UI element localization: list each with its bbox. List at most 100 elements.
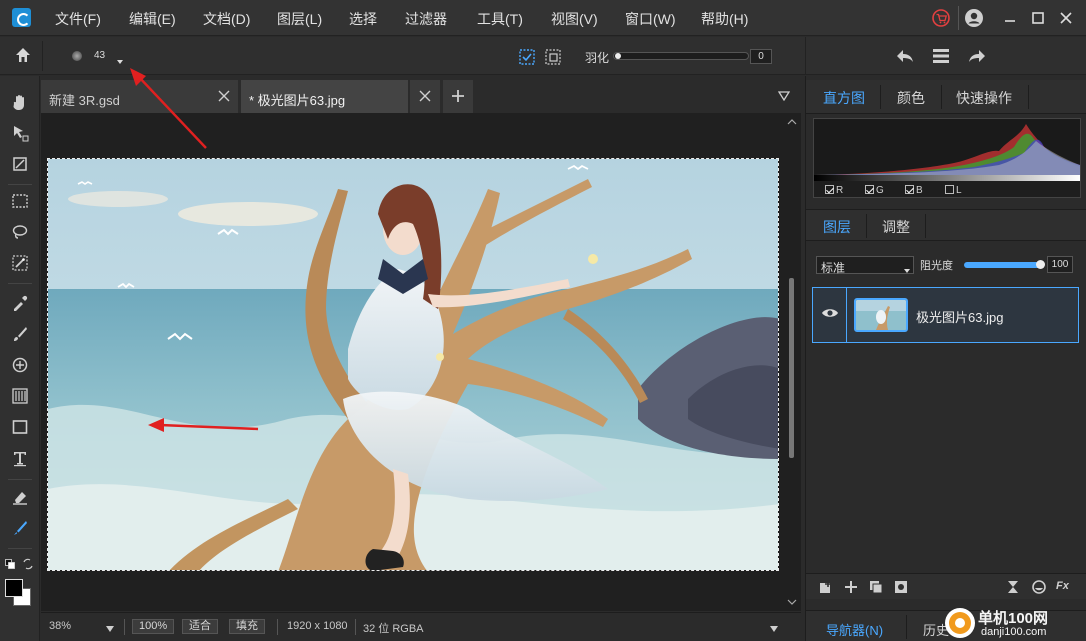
checkbox-r[interactable] [825,185,834,194]
maximize-icon[interactable] [1028,8,1048,28]
close-tab-icon[interactable] [217,89,231,103]
eraser-icon[interactable] [8,486,32,508]
add-layer-icon[interactable] [844,580,858,597]
tab-histogram[interactable]: 直方图 [823,88,865,108]
zoom-100-button[interactable]: 100% [132,619,175,634]
lasso-icon[interactable] [8,221,32,243]
artwork-image [48,159,778,570]
tab-layers[interactable]: 图层 [823,217,851,237]
checkbox-l[interactable] [945,185,954,194]
checkbox-g[interactable] [865,185,874,194]
swap-colors-icon[interactable] [22,558,34,570]
menu-view[interactable]: 视图(V) [551,9,598,29]
add-group-icon[interactable] [819,580,833,597]
eye-icon[interactable] [821,307,839,322]
menu-filter[interactable]: 过滤器 [405,9,447,29]
feather-value[interactable]: 0 [750,49,772,64]
magic-select-icon[interactable] [8,252,32,274]
menu-help[interactable]: 帮助(H) [701,9,748,29]
close-tab-icon[interactable] [418,89,432,103]
channel-label: B [916,185,923,196]
watermark-name: 单机100网 [978,610,1049,627]
hand-icon[interactable] [8,91,32,113]
menu-file[interactable]: 文件(F) [55,9,101,29]
menu-edit[interactable]: 编辑(E) [129,9,176,29]
tab-quick-actions[interactable]: 快速操作 [956,88,1012,108]
tab-navigator[interactable]: 导航器(N) [826,620,883,639]
vertical-scrollbar[interactable] [785,118,799,606]
new-tab-button[interactable] [443,80,473,113]
opacity-slider[interactable] [964,260,1045,269]
channel-label: R [836,185,844,196]
redo-icon[interactable] [967,47,987,68]
channel-b-checkbox[interactable]: B [905,185,923,196]
histogram-tab-bar: 直方图 颜色 快速操作 [806,80,1086,114]
menu-select[interactable]: 选择 [349,9,377,29]
minimize-icon[interactable] [1000,8,1020,28]
eyedropper-icon[interactable] [8,292,32,314]
text-icon[interactable] [8,447,32,469]
menu-document[interactable]: 文档(D) [203,9,250,29]
watermark-logo [945,608,975,638]
tab-label: 新建 3R.gsd [49,93,120,108]
layer-name[interactable]: 极光图片63.jpg [916,307,1003,326]
channel-r-checkbox[interactable]: R [825,185,843,196]
foreground-color-swatch[interactable] [5,579,23,597]
tab-divider [1028,85,1029,109]
default-colors-icon[interactable] [5,558,15,569]
tab-color[interactable]: 颜色 [897,88,925,108]
zoom-dropdown-icon[interactable] [105,622,115,636]
brush-icon[interactable] [8,323,32,345]
gradient-icon[interactable] [8,385,32,407]
home-icon[interactable] [13,45,33,68]
layer-style-icon[interactable] [1032,580,1046,597]
tool-separator [8,548,32,549]
menu-icon[interactable] [932,47,950,68]
channel-l-checkbox[interactable]: L [945,185,962,196]
menu-window[interactable]: 窗口(W) [625,9,676,29]
brush-size-value[interactable]: 43 [94,50,105,61]
user-icon[interactable] [964,8,984,28]
move-icon[interactable] [8,122,32,144]
tab-list-dropdown-icon[interactable] [777,90,791,104]
select-mode-icon[interactable] [519,49,535,68]
checkbox-b[interactable] [905,185,914,194]
blend-mode-select[interactable]: 标准 [816,256,914,275]
feather-slider[interactable] [613,52,749,60]
select-mode-alt-icon[interactable] [545,49,561,68]
tab-divider [866,214,867,238]
canvas-image[interactable] [47,158,779,571]
shape-icon[interactable] [8,416,32,438]
histogram-box: R G B L [813,118,1081,198]
zoom-value[interactable]: 38% [49,620,71,632]
effects-icon[interactable]: Fx [1056,580,1069,592]
close-icon[interactable] [1056,8,1076,28]
duplicate-layer-icon[interactable] [869,580,883,597]
cart-icon[interactable] [931,8,951,28]
status-divider [277,619,278,635]
feather-slider-handle[interactable] [615,53,621,59]
menu-divider [958,6,959,30]
fit-button[interactable]: 适合 [182,619,218,634]
menu-layer[interactable]: 图层(L) [277,9,322,29]
layer-row[interactable]: 极光图片63.jpg [812,287,1079,343]
layer-mask-icon[interactable] [894,580,908,597]
pen-icon[interactable] [8,517,32,539]
tab-document-2[interactable]: * 极光图片63.jpg [241,80,408,113]
channel-g-checkbox[interactable]: G [865,185,884,196]
layer-toolbar: Fx [806,573,1086,599]
menu-tools[interactable]: 工具(T) [477,9,523,29]
stamp-icon[interactable] [8,354,32,376]
marquee-icon[interactable] [8,190,32,212]
status-arrow-icon[interactable] [769,622,779,636]
merge-layers-icon[interactable] [1006,580,1020,597]
fill-button[interactable]: 填充 [229,619,265,634]
undo-icon[interactable] [895,47,915,68]
crop-icon[interactable] [8,153,32,175]
opacity-value[interactable]: 100 [1047,256,1073,273]
opacity-slider-handle[interactable] [1036,260,1045,269]
tab-label: * 极光图片63.jpg [249,93,346,108]
channel-label: L [956,185,962,196]
tab-adjust[interactable]: 调整 [882,217,910,237]
annotation-arrow-top [130,68,207,149]
